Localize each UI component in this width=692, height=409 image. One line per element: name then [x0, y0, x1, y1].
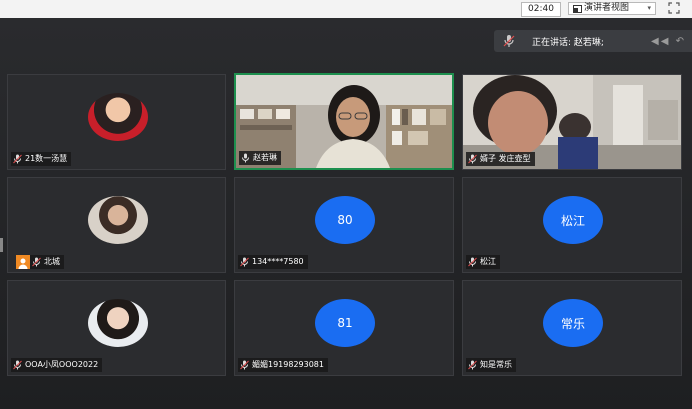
meeting-timer: 02:40: [521, 2, 561, 17]
participant-name-label: 婿子 发庄壶型: [466, 152, 535, 166]
fullscreen-icon[interactable]: [668, 2, 680, 14]
microphone-muted-icon: [240, 360, 249, 370]
participant-tile[interactable]: 81 媚媚19198293081: [234, 280, 454, 376]
host-badge-icon: [16, 255, 30, 269]
participant-name: 松江: [480, 257, 496, 266]
participant-tile[interactable]: 80 134****7580: [234, 177, 454, 273]
participant-tile[interactable]: 松江 松江: [462, 177, 682, 273]
participant-name-label: 媚媚19198293081: [238, 358, 328, 372]
participant-name: 婿子 发庄壶型: [480, 154, 531, 163]
microphone-muted-icon: [468, 154, 477, 164]
view-mode-label: 演讲者视图: [584, 3, 630, 13]
participant-tile[interactable]: OOA小凤OOO2022: [7, 280, 226, 376]
avatar: [88, 299, 148, 347]
microphone-muted-icon: [468, 257, 477, 267]
participant-name: 知是常乐: [480, 360, 512, 369]
microphone-muted-icon: [32, 257, 41, 267]
initials-avatar: 81: [315, 299, 375, 347]
participant-name: OOA小凤OOO2022: [25, 360, 99, 369]
participant-name-label: OOA小凤OOO2022: [11, 358, 103, 372]
side-panel-handle[interactable]: [0, 238, 3, 252]
participant-name: 媚媚19198293081: [252, 360, 324, 369]
participant-tile[interactable]: 北城: [7, 177, 226, 273]
participant-name-label: 赵若琳: [239, 151, 281, 165]
microphone-muted-icon: [240, 257, 249, 267]
participant-name-label: 21数一汤慧: [11, 152, 72, 166]
layout-icon: [573, 4, 582, 13]
speaking-text: 正在讲话: 赵若琳;: [532, 37, 604, 48]
participant-name: 134****7580: [252, 257, 304, 266]
collapse-arrows-icon[interactable]: ◀◀ ↶: [651, 36, 686, 47]
participant-name-label: 北城: [30, 255, 64, 269]
chevron-down-icon[interactable]: ▾: [647, 2, 651, 15]
participant-tile[interactable]: 21数一汤慧: [7, 74, 226, 170]
initials-avatar: 常乐: [543, 299, 603, 347]
participant-name: 21数一汤慧: [25, 154, 68, 163]
microphone-icon: [242, 153, 249, 163]
speaking-indicator: 正在讲话: 赵若琳; ◀◀ ↶: [494, 30, 692, 52]
participant-name-label: 知是常乐: [466, 358, 516, 372]
participant-name-label: 松江: [466, 255, 500, 269]
participant-name-label: 134****7580: [238, 255, 308, 269]
participant-name: 北城: [44, 257, 60, 266]
avatar: [88, 93, 148, 141]
initials-avatar: 松江: [543, 196, 603, 244]
top-toolbar: 02:40 演讲者视图 ▾: [0, 0, 692, 18]
view-mode-dropdown[interactable]: 演讲者视图 ▾: [568, 2, 656, 15]
microphone-muted-icon: [13, 154, 22, 164]
initials-avatar: 80: [315, 196, 375, 244]
microphone-muted-icon: [13, 360, 22, 370]
microphone-muted-icon: [468, 360, 477, 370]
microphone-icon: [503, 35, 515, 47]
participant-tile[interactable]: 常乐 知是常乐: [462, 280, 682, 376]
participant-tile-active-speaker[interactable]: 赵若琳: [234, 73, 454, 170]
avatar: [88, 196, 148, 244]
participant-name: 赵若琳: [253, 153, 277, 162]
participant-tile[interactable]: 婿子 发庄壶型: [462, 74, 682, 170]
